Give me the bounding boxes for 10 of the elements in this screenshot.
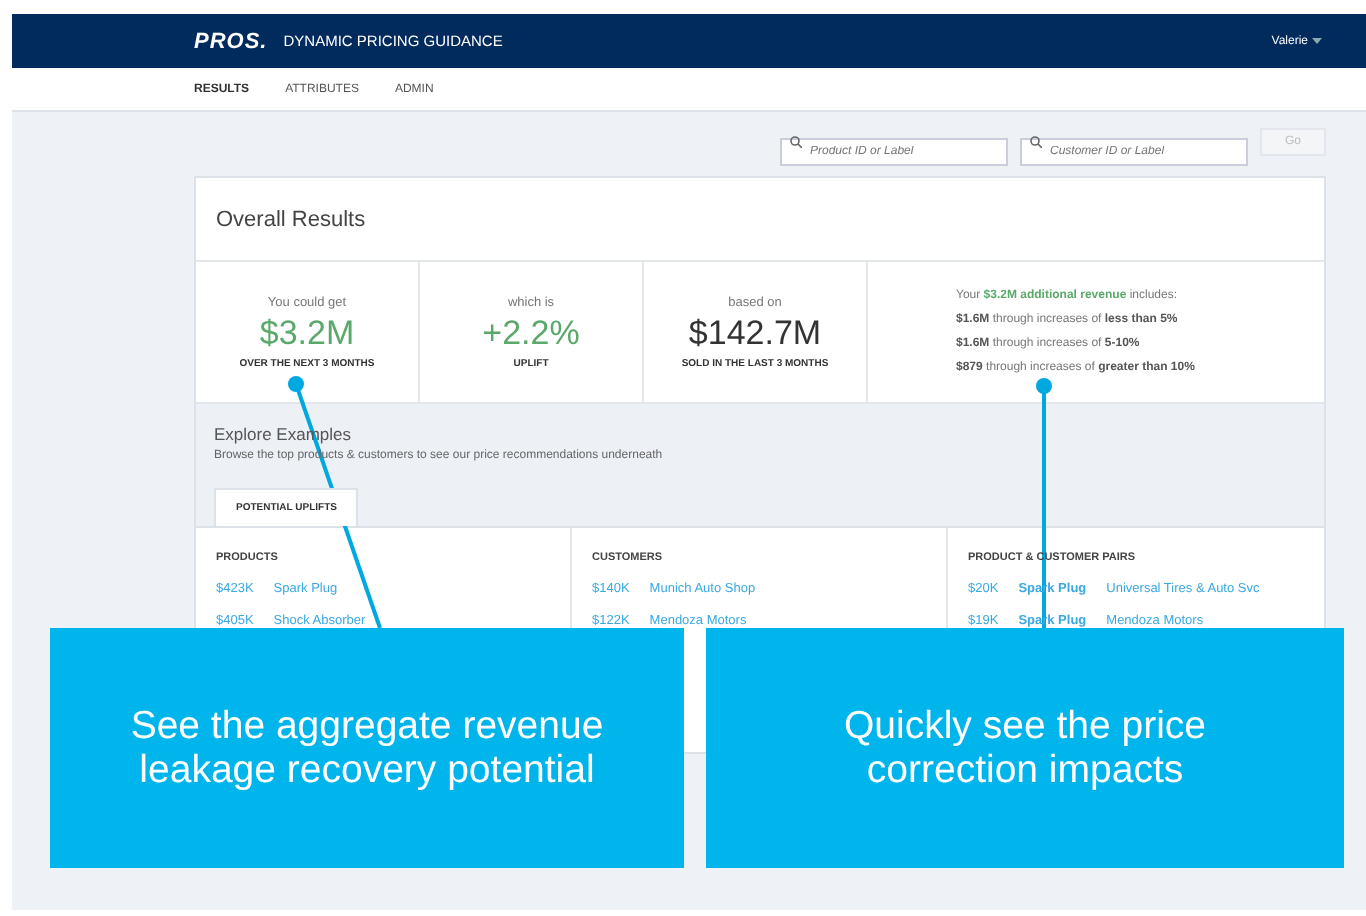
- logo: PROS.: [194, 29, 268, 53]
- metric-value: +2.2%: [482, 313, 580, 353]
- callout-box: Quickly see the price correction impacts: [706, 628, 1344, 868]
- callout-box: See the aggregate revenue leakage recovery potential: [50, 628, 684, 868]
- caret-icon: [1312, 38, 1322, 44]
- search-icon: [1030, 136, 1042, 148]
- metric-value: $142.7M: [688, 313, 822, 353]
- metric-value: $3.2M: [259, 313, 355, 353]
- search-icon: [790, 136, 802, 148]
- card-title: Overall Results: [216, 207, 366, 231]
